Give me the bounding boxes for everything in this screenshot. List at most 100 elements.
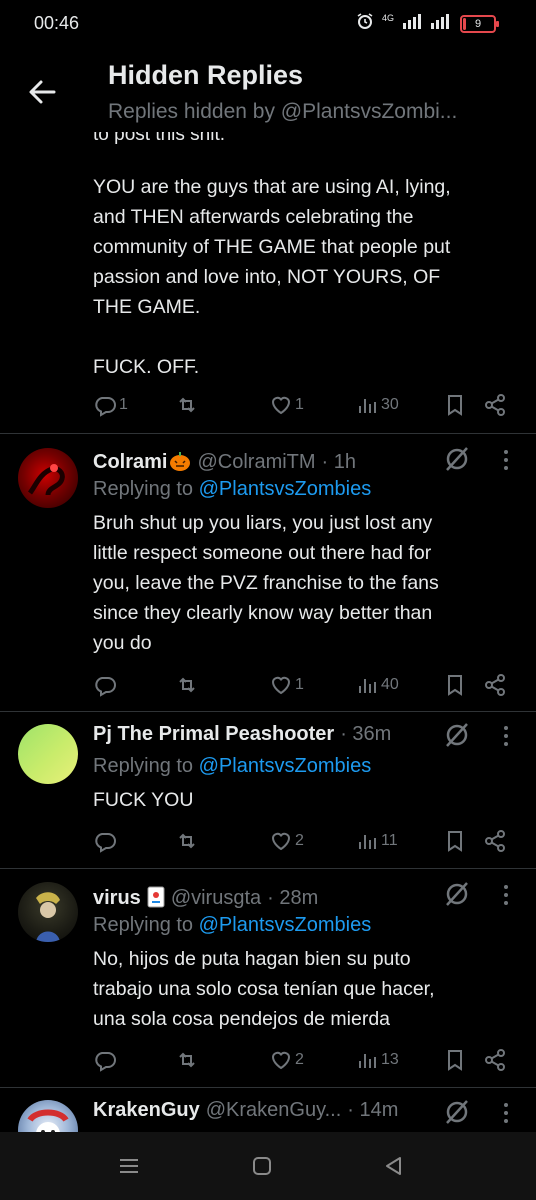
display-name[interactable]: Pj The Primal Peashooter xyxy=(93,723,334,746)
like-button[interactable]: 2 xyxy=(269,1045,304,1075)
more-options-icon[interactable] xyxy=(496,722,516,752)
handle: @ColramiTM xyxy=(197,451,316,473)
home-icon[interactable] xyxy=(250,1154,274,1178)
retweet-button[interactable] xyxy=(175,390,199,420)
retweet-button[interactable] xyxy=(175,670,199,700)
post-actions: 1 40 xyxy=(93,670,513,700)
mention-link[interactable]: @PlantsvsZombies xyxy=(199,755,372,777)
like-button[interactable]: 1 xyxy=(269,390,304,420)
avatar-art xyxy=(27,464,65,496)
share-button[interactable] xyxy=(483,670,507,700)
bookmark-button[interactable] xyxy=(443,670,467,700)
bookmark-button[interactable] xyxy=(443,390,467,420)
share-button[interactable] xyxy=(483,826,507,856)
reply-button[interactable] xyxy=(93,670,117,700)
like-button[interactable]: 2 xyxy=(269,826,304,856)
bookmark-button[interactable] xyxy=(443,1045,467,1075)
retweet-button[interactable] xyxy=(175,826,199,856)
bookmark-icon xyxy=(448,1050,462,1071)
more-options-icon[interactable] xyxy=(496,446,516,476)
divider xyxy=(0,1087,536,1088)
views-icon xyxy=(359,399,376,413)
post-text: No, hijos de puta hagan bien su puto tra… xyxy=(93,948,435,1030)
battery-icon: 9 xyxy=(460,15,499,33)
recents-icon[interactable] xyxy=(117,1154,141,1178)
display-name[interactable]: virus xyxy=(93,887,141,910)
replies-feed[interactable]: to post this shit. YOU are the guys that… xyxy=(0,132,536,1132)
bookmark-button[interactable] xyxy=(443,826,467,856)
joker-card-icon xyxy=(147,886,165,908)
views-button[interactable]: 13 xyxy=(355,1045,399,1075)
reply-icon xyxy=(95,833,116,853)
views-icon xyxy=(359,835,376,849)
views-button[interactable]: 11 xyxy=(355,826,398,856)
post-actions: 1 1 30 xyxy=(93,390,513,420)
share-icon xyxy=(485,1049,505,1071)
view-count: 11 xyxy=(381,832,398,849)
reply-icon xyxy=(95,397,116,417)
more-options-icon[interactable] xyxy=(496,881,516,911)
mention-link[interactable]: @PlantsvsZombies xyxy=(199,478,372,500)
hidden-reply-icon[interactable] xyxy=(442,720,472,750)
view-count: 30 xyxy=(381,396,399,413)
post-actions: 2 11 xyxy=(93,826,513,856)
hidden-reply-icon[interactable] xyxy=(442,1097,472,1127)
replying-to: Replying to @PlantsvsZombies xyxy=(93,755,371,778)
retweet-icon xyxy=(179,1052,195,1068)
post-author: virus @virusgta · 28m xyxy=(93,882,318,910)
hidden-reply-icon[interactable] xyxy=(442,879,472,909)
timestamp: · 36m xyxy=(340,723,392,745)
status-time: 00:46 xyxy=(34,13,80,33)
share-button[interactable] xyxy=(483,1045,507,1075)
bookmark-icon xyxy=(448,395,462,416)
post-actions: 2 13 xyxy=(93,1045,513,1075)
network-4g-icon: 4G xyxy=(381,13,394,23)
display-name[interactable]: Colrami xyxy=(93,451,167,474)
retweet-button[interactable] xyxy=(175,1045,199,1075)
reply-count: 1 xyxy=(119,396,128,413)
battery-level: 9 xyxy=(474,18,482,30)
timestamp: · 1h xyxy=(321,451,357,473)
hidden-reply-icon[interactable] xyxy=(442,444,472,474)
reply-button[interactable] xyxy=(93,1045,117,1075)
like-button[interactable]: 1 xyxy=(269,670,304,700)
views-button[interactable]: 40 xyxy=(355,670,399,700)
bookmark-icon xyxy=(448,675,462,696)
divider xyxy=(0,868,536,869)
mention-link[interactable]: @PlantsvsZombies xyxy=(199,914,372,936)
back-button[interactable] xyxy=(22,72,62,112)
alarm-icon xyxy=(356,12,374,36)
avatar[interactable] xyxy=(18,724,78,784)
more-options-icon[interactable] xyxy=(496,1099,516,1129)
battery-fill xyxy=(463,18,466,30)
share-icon xyxy=(485,674,505,696)
system-nav-bar xyxy=(0,1132,536,1200)
avatar[interactable] xyxy=(18,1100,78,1132)
heart-icon xyxy=(271,1051,291,1070)
back-arrow-icon xyxy=(29,80,56,104)
view-count: 40 xyxy=(381,676,399,693)
back-nav-icon[interactable] xyxy=(382,1154,406,1178)
avatar[interactable] xyxy=(18,882,78,942)
avatar-art xyxy=(36,892,60,942)
handle: @virusgta xyxy=(170,887,262,909)
heart-icon xyxy=(271,832,291,851)
like-count: 1 xyxy=(295,396,304,413)
display-name[interactable]: KrakenGuy xyxy=(93,1099,200,1122)
post-text: YOU are the guys that are using AI, lyin… xyxy=(93,176,451,378)
avatar[interactable] xyxy=(18,448,78,508)
reply-icon xyxy=(95,1052,116,1072)
reply-button[interactable] xyxy=(93,826,117,856)
post-text: FUCK YOU xyxy=(93,789,194,811)
pumpkin-icon xyxy=(169,451,191,471)
replying-label: Replying to xyxy=(93,755,194,777)
reply-button[interactable]: 1 xyxy=(93,390,128,420)
signal-icon xyxy=(402,13,422,35)
share-button[interactable] xyxy=(483,390,507,420)
views-button[interactable]: 30 xyxy=(355,390,399,420)
status-bar: 00:46 4G 9 xyxy=(0,0,536,48)
like-count: 1 xyxy=(295,676,304,693)
top-bar: Hidden Replies Replies hidden by @Plants… xyxy=(0,48,536,132)
handle: @KrakenGuy... xyxy=(205,1099,342,1121)
post-author: Colrami @ColramiTM · 1h xyxy=(93,448,356,474)
